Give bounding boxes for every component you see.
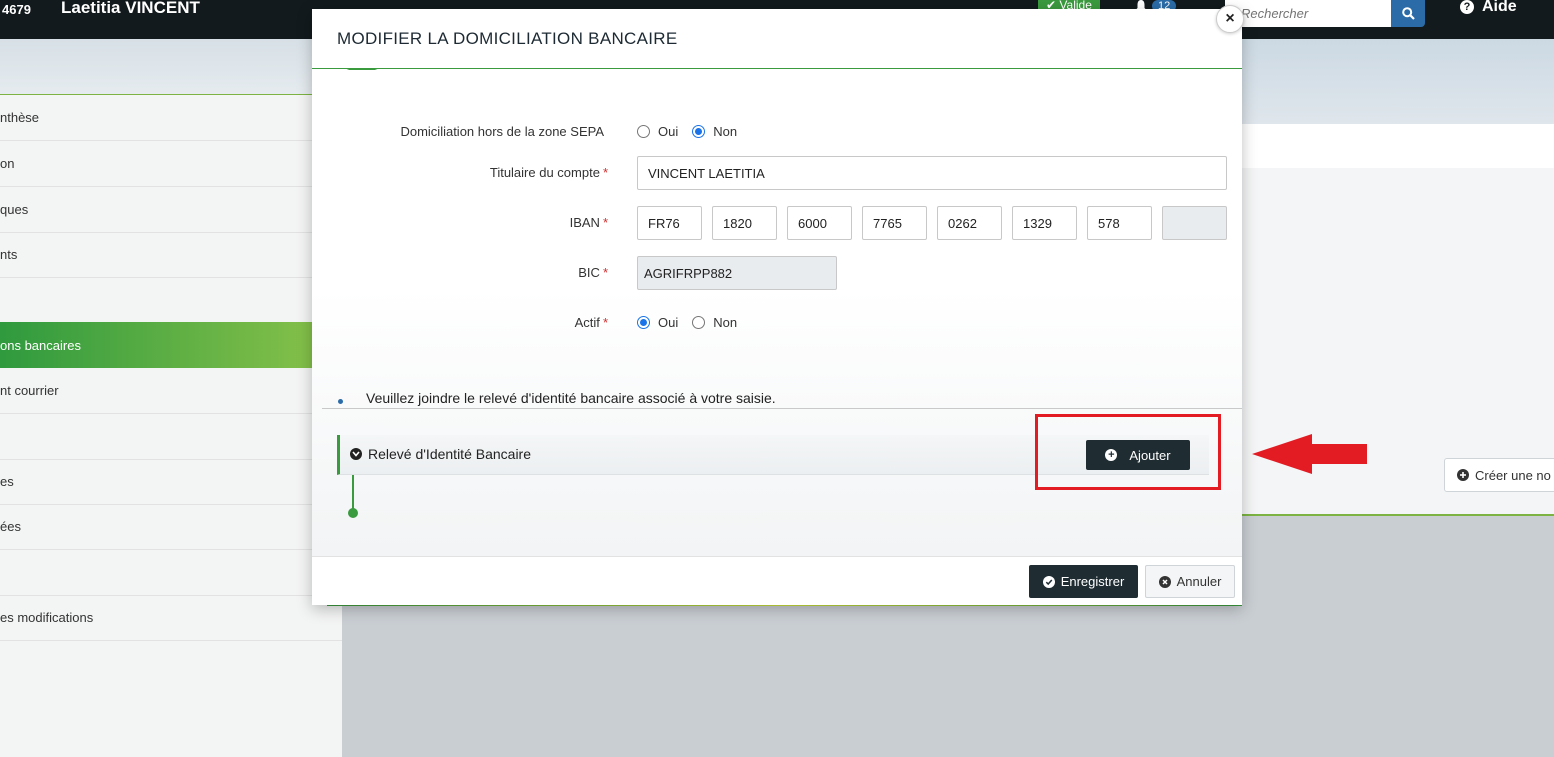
sepa-non-radio[interactable] <box>692 125 706 138</box>
sidebar-item-label: ques <box>0 202 29 217</box>
modal-title: MODIFIER LA DOMICILIATION BANCAIRE <box>337 29 678 48</box>
iban-part-5-input[interactable]: 0262 <box>937 206 1002 240</box>
sepa-oui-label[interactable]: Oui <box>658 124 678 139</box>
user-name[interactable]: Laetitia VINCENT <box>61 0 200 18</box>
sepa-oui-radio[interactable] <box>637 125 650 138</box>
iban-part-4-input[interactable]: 7765 <box>862 206 927 240</box>
cancel-circle-icon <box>1158 575 1171 588</box>
annotation-arrow-icon <box>1252 434 1367 474</box>
sidebar-item[interactable]: nt courrier <box>0 368 342 414</box>
sidebar-item-label: nthèse <box>0 110 40 125</box>
sidebar-item[interactable]: ées <box>0 504 342 550</box>
active-non-label[interactable]: Non <box>713 315 737 330</box>
search-icon <box>1401 7 1415 20</box>
active-oui-label[interactable]: Oui <box>658 315 678 330</box>
rib-section-toggle[interactable]: Relevé d'Identité Bancaire <box>350 446 531 462</box>
save-label: Enregistrer <box>1060 574 1125 589</box>
sidebar-item[interactable]: es <box>0 459 342 505</box>
sidebar-item-label: es modifications <box>0 610 94 625</box>
info-bullet <box>338 399 343 404</box>
create-button-label: Créer une no <box>1475 467 1551 483</box>
help-label: Aide <box>1482 0 1517 15</box>
iban-part-2-input[interactable]: 1820 <box>712 206 777 240</box>
sidebar-item[interactable]: on <box>0 141 342 187</box>
active-radio-group: Oui Non <box>637 315 751 330</box>
required-marker: * <box>602 265 608 280</box>
iban-part-3-input[interactable]: 6000 <box>787 206 852 240</box>
modal-footer: Enregistrer Annuler <box>312 556 1242 605</box>
holder-input[interactable]: VINCENT LAETITIA <box>637 156 1227 190</box>
sidebar-item[interactable] <box>0 278 342 324</box>
cancel-button[interactable]: Annuler <box>1145 565 1235 598</box>
search-box <box>1225 0 1391 27</box>
sepa-label: Domiciliation hors de la zone SEPA <box>400 124 604 139</box>
sidebar-header <box>0 39 342 95</box>
check-circle-icon <box>1042 575 1055 588</box>
sidebar-item-label: on <box>0 156 15 171</box>
active-label: Actif * <box>574 315 608 330</box>
rib-section-title: Relevé d'Identité Bancaire <box>368 446 531 462</box>
search-button[interactable] <box>1391 0 1425 27</box>
bic-input: AGRIFRPP882 <box>637 256 837 290</box>
timeline-dot <box>348 508 358 518</box>
question-icon: ? <box>1460 0 1474 14</box>
bank-details-modal: MODIFIER LA DOMICILIATION BANCAIRE × Dom… <box>312 5 1244 605</box>
modal-header: MODIFIER LA DOMICILIATION BANCAIRE <box>312 9 1242 69</box>
search-input[interactable] <box>1225 0 1391 27</box>
sidebar-item[interactable]: nts <box>0 232 342 278</box>
sidebar-item-label: es <box>0 474 14 489</box>
sidebar: nthèse on ques nts ons bancaires nt cour… <box>0 95 342 757</box>
plus-circle-icon <box>1457 469 1469 481</box>
timeline-line <box>352 475 354 511</box>
sidebar-item[interactable]: ques <box>0 187 342 233</box>
active-non-radio[interactable] <box>692 316 706 329</box>
save-button[interactable]: Enregistrer <box>1029 565 1138 598</box>
content-panel-strip <box>1242 124 1554 168</box>
info-message: Veuillez joindre le relevé d'identité ba… <box>366 390 776 406</box>
iban-part-7-input[interactable]: 578 <box>1087 206 1152 240</box>
sidebar-item[interactable]: es modifications <box>0 595 342 641</box>
sidebar-item-label: nts <box>0 247 18 262</box>
required-marker: * <box>602 315 608 330</box>
divider <box>322 408 1242 409</box>
help-link[interactable]: ? Aide <box>1460 0 1517 16</box>
iban-part-1-input[interactable]: FR76 <box>637 206 702 240</box>
chevron-down-icon <box>350 448 362 460</box>
cancel-label: Annuler <box>1176 574 1222 589</box>
bic-label: BIC * <box>578 265 608 280</box>
iban-label: IBAN * <box>569 215 608 230</box>
sidebar-item-bank-details[interactable]: ons bancaires <box>0 322 342 368</box>
close-icon: × <box>1225 10 1235 27</box>
active-oui-radio[interactable] <box>637 316 650 329</box>
sepa-non-label[interactable]: Non <box>713 124 737 139</box>
close-button[interactable]: × <box>1216 5 1244 33</box>
sepa-radio-group: Oui Non <box>637 124 751 139</box>
sidebar-item[interactable]: nthèse <box>0 95 342 141</box>
sidebar-item-label: ons bancaires <box>0 337 81 353</box>
iban-part-6-input[interactable]: 1329 <box>1012 206 1077 240</box>
iban-part-8-input <box>1162 206 1227 240</box>
holder-label: Titulaire du compte * <box>489 165 608 180</box>
annotation-highlight-box <box>1035 414 1221 490</box>
sidebar-item-label: nt courrier <box>0 383 59 398</box>
required-marker: * <box>602 215 608 230</box>
sidebar-item-label: ées <box>0 519 21 534</box>
sidebar-item[interactable] <box>0 550 342 596</box>
sidebar-item[interactable] <box>0 414 342 460</box>
create-button[interactable]: Créer une no <box>1444 458 1554 492</box>
required-marker: * <box>602 165 608 180</box>
user-id: 4679 <box>2 2 31 17</box>
